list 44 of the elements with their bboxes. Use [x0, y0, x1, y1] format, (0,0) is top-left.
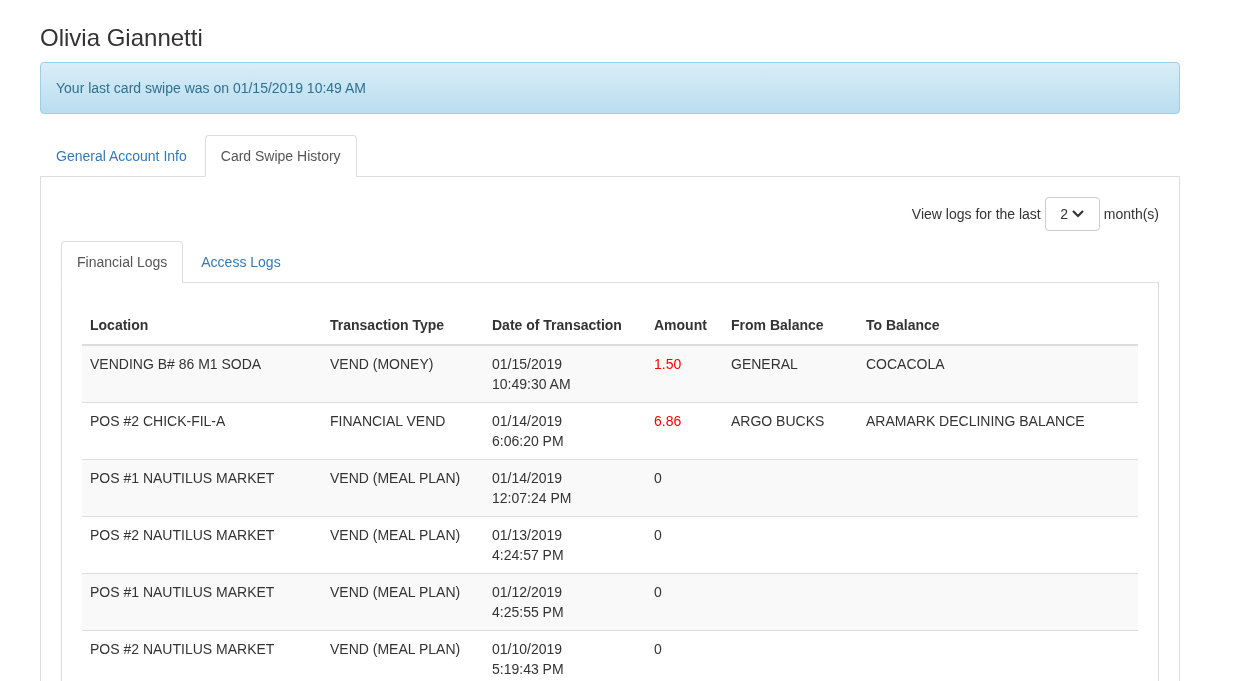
table-cell-text: POS #1 NAUTILUS MARKET — [90, 468, 275, 488]
table-cell-text: VEND (MEAL PLAN) — [330, 582, 461, 602]
table-cell-text: POS #2 NAUTILUS MARKET — [90, 525, 275, 545]
table-cell-text: 01/13/2019 4:24:57 PM — [492, 525, 564, 565]
column-header: Transaction Type — [330, 317, 445, 333]
table-cell-text: VEND (MEAL PLAN) — [330, 468, 461, 488]
table-cell-text: FINANCIAL VEND — [330, 411, 446, 431]
chevron-down-icon — [1072, 210, 1085, 218]
table-cell-text: VEND (MEAL PLAN) — [330, 639, 461, 659]
table-cell-text: GENERAL — [731, 355, 798, 374]
table-cell-text: VENDING B# 86 M1 SODA — [90, 355, 262, 374]
table-cell-text: POS #1 NAUTILUS MARKET — [90, 582, 275, 602]
table-cell-text: COCACOLA — [866, 355, 945, 374]
column-header: Location — [90, 317, 149, 333]
table-cell-text: 6.86 — [654, 411, 682, 431]
table-cell-text: 0 — [654, 525, 662, 545]
column-header: Date of Transaction — [492, 317, 622, 333]
table-cell-text: POS #2 CHICK-FIL-A — [90, 411, 226, 431]
months-select[interactable]: 2 — [1044, 197, 1100, 231]
table-cell-text: ARAMARK DECLINING BALANCE — [866, 411, 1085, 431]
tab[interactable]: Card Swipe History — [204, 135, 357, 177]
table-cell-text: POS #2 NAUTILUS MARKET — [90, 639, 275, 659]
table-cell-text: 01/15/2019 10:49:30 AM — [492, 355, 571, 394]
table-cell-text: 1.50 — [654, 355, 682, 374]
tab[interactable]: Financial Logs — [61, 241, 184, 283]
tab[interactable]: Access Logs — [185, 241, 297, 283]
table-cell-text: ARGO BUCKS — [731, 411, 825, 431]
table-cell-text: 01/10/2019 5:19:43 PM — [492, 639, 564, 679]
table-cell-text: 0 — [654, 582, 662, 602]
filter-unit: month(s) — [1103, 204, 1159, 224]
column-header: Amount — [654, 317, 707, 333]
table-cell-text: VEND (MEAL PLAN) — [330, 525, 461, 545]
column-header: To Balance — [866, 317, 940, 333]
column-header: From Balance — [731, 317, 824, 333]
table-cell-text: 01/14/2019 6:06:20 PM — [492, 411, 564, 451]
page-title: Olivia Giannetti — [40, 24, 203, 52]
table-cell-text: 0 — [654, 468, 662, 488]
table-cell-text: 01/12/2019 4:25:55 PM — [492, 582, 564, 622]
table-cell-text: VEND (MONEY) — [330, 355, 434, 374]
table-cell-text: 01/14/2019 12:07:24 PM — [492, 468, 572, 508]
alert-message: Your last card swipe was on 01/15/2019 10:49 AM — [56, 78, 367, 98]
table-cell-text: 0 — [654, 639, 662, 659]
filter-label: View logs for the last — [911, 204, 1041, 224]
tab[interactable]: General Account Info — [40, 135, 203, 177]
